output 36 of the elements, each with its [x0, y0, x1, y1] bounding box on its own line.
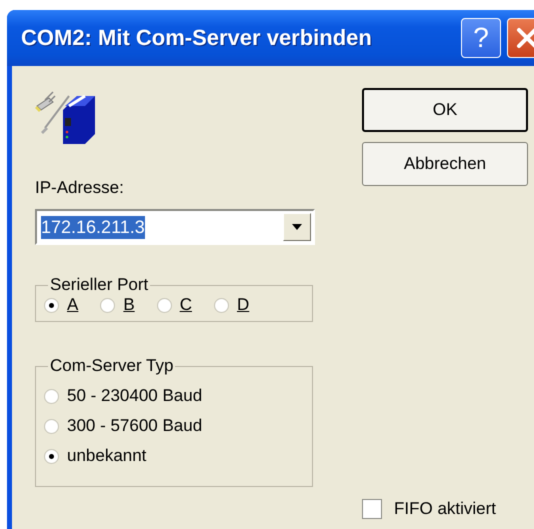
help-button[interactable]: ? — [461, 18, 501, 58]
ip-address-label: IP-Adresse: — [35, 178, 124, 198]
radio-button[interactable] — [44, 418, 59, 434]
radio-option[interactable]: A — [44, 295, 78, 315]
radio-button[interactable] — [156, 298, 172, 312]
radio-option[interactable]: 300 - 57600 Baud — [44, 416, 304, 436]
option-label: B — [123, 295, 135, 315]
ip-address-value: 172.16.211.3 — [41, 216, 145, 238]
option-label: 300 - 57600 Baud — [67, 416, 202, 436]
radio-option[interactable]: 50 - 230400 Baud — [44, 386, 304, 406]
group-label: Serieller Port — [49, 275, 150, 295]
option-label: A — [67, 295, 78, 315]
dropdown-button[interactable] — [283, 213, 311, 241]
option-label: C — [180, 295, 192, 315]
window-title: COM2: Mit Com-Server verbinden — [21, 25, 373, 51]
checkbox-label: FIFO aktiviert — [394, 499, 496, 519]
ip-address-combo[interactable]: 172.16.211.3 — [35, 209, 315, 245]
radio-button[interactable] — [44, 298, 59, 312]
radio-button[interactable] — [214, 298, 229, 312]
radio-button[interactable] — [100, 298, 116, 312]
close-icon — [515, 26, 534, 50]
caret-icon — [292, 224, 302, 230]
radio-button[interactable] — [44, 388, 59, 404]
group-label: Com-Server Typ — [49, 356, 174, 376]
radio-button[interactable] — [44, 448, 59, 464]
ok-button[interactable]: OK — [362, 88, 528, 132]
fifo-checkbox-row[interactable]: FIFO aktiviert — [362, 499, 528, 519]
option-label: D — [236, 295, 250, 315]
option-label: unbekannt — [67, 446, 146, 466]
option-label: 50 - 230400 Baud — [67, 386, 202, 406]
radio-option[interactable]: C — [156, 295, 192, 315]
checkbox[interactable] — [362, 499, 382, 519]
cancel-button[interactable]: Abbrechen — [362, 142, 528, 186]
radio-option[interactable]: B — [100, 295, 135, 315]
radio-option[interactable]: unbekannt — [44, 446, 304, 466]
radio-option[interactable]: D — [214, 295, 250, 315]
